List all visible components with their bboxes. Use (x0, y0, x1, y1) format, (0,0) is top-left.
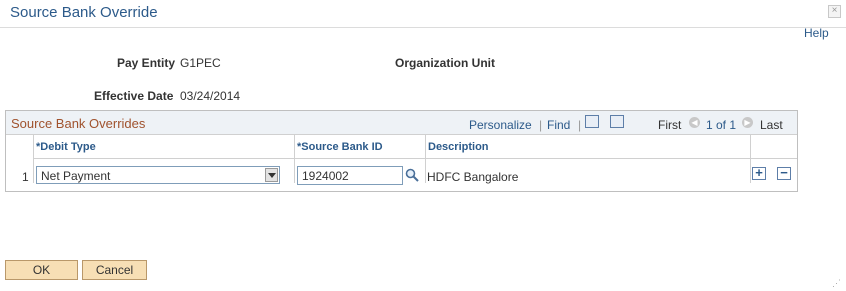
column-divider (750, 135, 751, 183)
debit-type-value: Net Payment (41, 169, 111, 183)
resize-grip-icon[interactable]: ⋰ (832, 278, 841, 289)
delete-row-icon[interactable]: − (777, 166, 791, 180)
cancel-button[interactable]: Cancel (82, 260, 147, 280)
find-link[interactable]: Find (547, 118, 570, 132)
add-row-icon[interactable]: + (752, 166, 766, 180)
effective-date-label: Effective Date (94, 89, 174, 103)
debit-type-select[interactable]: Net Payment (36, 166, 280, 184)
view-all-icon[interactable] (585, 115, 599, 128)
ok-button[interactable]: OK (5, 260, 78, 280)
column-divider (294, 135, 295, 183)
description-value: HDFC Bangalore (427, 170, 519, 184)
window-title: Source Bank Override (10, 4, 158, 21)
row-range: 1 of 1 (706, 118, 737, 132)
source-bank-overrides-grid: Source Bank Overrides Personalize | Find… (5, 110, 798, 192)
download-icon[interactable] (610, 115, 624, 128)
column-divider (33, 135, 34, 183)
close-icon[interactable]: × (828, 5, 841, 18)
title-divider (0, 27, 846, 28)
grid-toolbar: Source Bank Overrides Personalize | Find… (6, 111, 797, 135)
toolbar-separator: | (539, 118, 543, 132)
column-header-description[interactable]: Description (426, 135, 750, 159)
row-number: 1 (22, 170, 29, 184)
lookup-icon[interactable] (405, 168, 419, 182)
organization-unit-label: Organization Unit (395, 56, 495, 70)
toolbar-separator: | (578, 118, 582, 132)
column-header-source-bank-id[interactable]: *Source Bank ID (295, 135, 425, 159)
column-header-debit-type[interactable]: *Debit Type (34, 135, 294, 159)
column-header-actions (751, 135, 797, 159)
column-divider (425, 135, 426, 183)
personalize-link[interactable]: Personalize (469, 118, 532, 132)
next-icon[interactable]: ▶ (742, 117, 753, 128)
grid-title: Source Bank Overrides (11, 116, 146, 131)
first-label: First (658, 118, 682, 132)
last-label: Last (760, 118, 783, 132)
help-link[interactable]: Help (804, 26, 829, 40)
effective-date-value: 03/24/2014 (180, 89, 241, 103)
source-bank-id-input[interactable]: 1924002 (297, 166, 403, 185)
pay-entity-value: G1PEC (180, 56, 221, 70)
pay-entity-label: Pay Entity (117, 56, 176, 70)
chevron-down-icon[interactable] (265, 168, 278, 182)
previous-icon[interactable]: ◀ (689, 117, 700, 128)
